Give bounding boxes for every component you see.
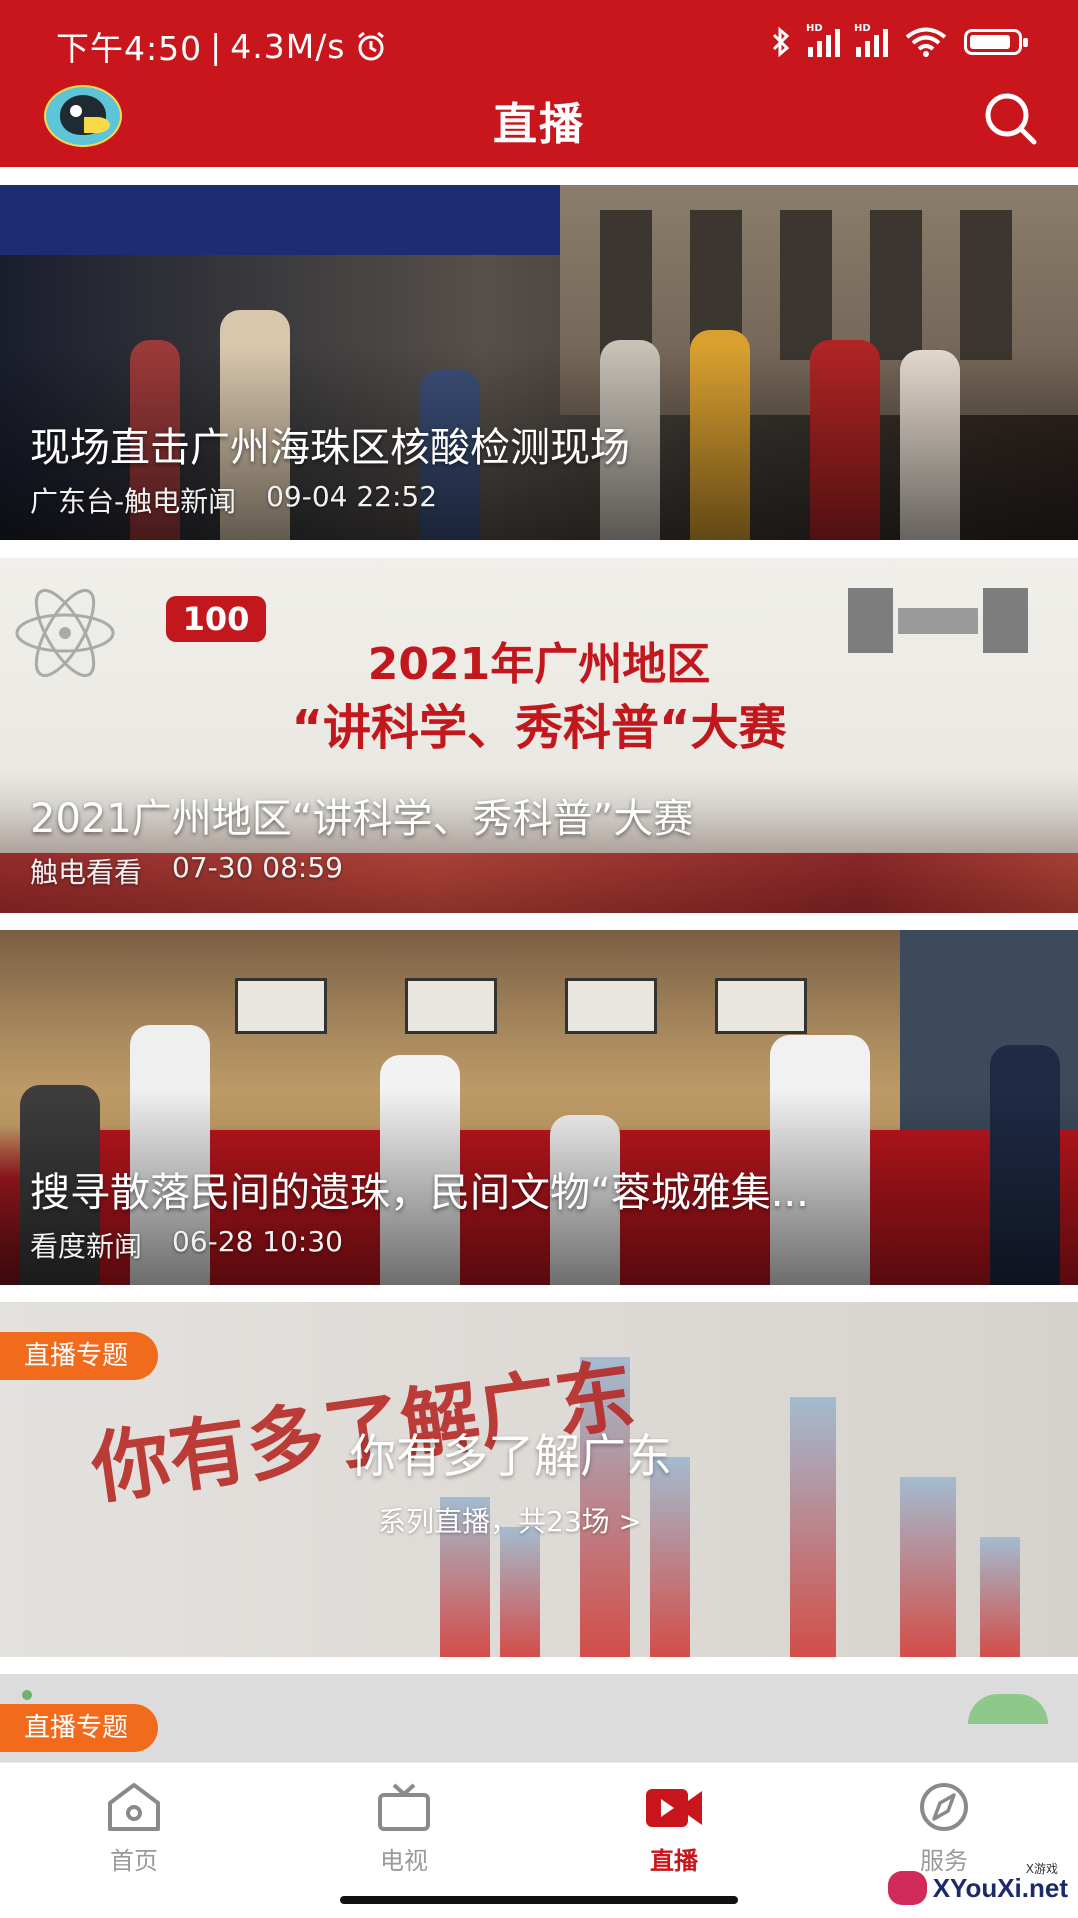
card-time: 09-04 22:52 [266, 480, 438, 513]
wifi-icon [905, 27, 947, 57]
tab-live[interactable]: 直播 [604, 1781, 744, 1876]
tab-label: 首页 [110, 1847, 158, 1875]
card-image [235, 978, 327, 1034]
page-title: 直播 [493, 99, 585, 150]
signal-icon-2: HD [854, 23, 888, 57]
poster-title: 2021年广州地区 [367, 639, 711, 690]
status-time: 下午4:50 [56, 29, 203, 68]
app-header: 下午4:50 | 4.3M/s HD HD 直播 [0, 0, 1078, 167]
live-card[interactable]: 搜寻散落民间的遗珠，民间文物“蓉城雅集... 看度新闻 06-28 10:30 [0, 930, 1078, 1285]
topic-card[interactable]: 你有多了解广东 直播专题 你有多了解广东 系列直播，共23场 > [0, 1302, 1078, 1657]
tab-tv[interactable]: 电视 [334, 1781, 474, 1876]
card-source: 广东台-触电新闻 [30, 485, 237, 518]
card-title: 现场直击广州海珠区核酸检测现场 [30, 425, 630, 471]
status-bar: 下午4:50 | 4.3M/s HD HD [0, 0, 1078, 90]
search-icon[interactable] [978, 86, 1042, 150]
home-indicator[interactable] [340, 1896, 738, 1904]
tab-label: 电视 [380, 1847, 428, 1875]
card-title: 2021广州地区“讲科学、秀科普”大赛 [30, 796, 694, 842]
tv-icon [378, 1783, 430, 1831]
gamepad-icon [888, 1871, 927, 1905]
poster-subtitle: “讲科学、秀科普“大赛 [291, 700, 787, 756]
signal-icon: HD [806, 23, 840, 57]
card-image [0, 185, 560, 255]
card-title: 搜寻散落民间的遗珠，民间文物“蓉城雅集... [30, 1170, 809, 1216]
card-meta: 触电看看 07-30 08:59 [30, 851, 343, 891]
alarm-icon [357, 31, 384, 61]
card-source: 看度新闻 [30, 1230, 143, 1263]
bluetooth-icon [772, 26, 790, 58]
site-watermark: XYouXi.net X游戏 [888, 1860, 1068, 1916]
topic-tag: 直播专题 [0, 1332, 159, 1380]
card-meta: 看度新闻 06-28 10:30 [30, 1225, 343, 1265]
tab-label: 直播 [650, 1847, 698, 1875]
status-right: HD HD [770, 23, 1028, 58]
nav-bar: 直播 [0, 82, 1078, 167]
watermark-text: XYouXi.net [932, 1872, 1068, 1903]
battery-icon [964, 29, 1028, 55]
card-meta: 广东台-触电新闻 09-04 22:52 [30, 480, 437, 520]
tab-home[interactable]: 首页 [64, 1781, 204, 1876]
home-icon [108, 1783, 160, 1831]
topic-series-link[interactable]: 系列直播，共23场 > [378, 1500, 642, 1540]
topic-tag: 直播专题 [0, 1704, 159, 1752]
card-source: 触电看看 [30, 856, 143, 889]
status-divider: | [210, 26, 223, 66]
card-time: 07-30 08:59 [172, 851, 343, 884]
topic-title: 你有多了解广东 [350, 1429, 672, 1483]
compass-icon [920, 1783, 968, 1831]
watermark-small: X游戏 [1025, 1862, 1058, 1876]
hd-label: HD [806, 23, 823, 34]
live-card[interactable]: 现场直击广州海珠区核酸检测现场 广东台-触电新闻 09-04 22:52 [0, 185, 1078, 540]
live-card[interactable]: 100 2021年广州地区 “讲科学、秀科普“大赛 2021广州地区“讲科学、秀… [0, 558, 1078, 913]
card-time: 06-28 10:30 [172, 1225, 343, 1258]
topic-card[interactable]: 直播专题 [0, 1674, 1078, 1762]
status-left: 下午4:50 | 4.3M/s [56, 22, 388, 70]
hd-label-2: HD [854, 23, 871, 34]
video-camera-icon [646, 1789, 702, 1827]
status-speed: 4.3M/s [230, 26, 346, 66]
